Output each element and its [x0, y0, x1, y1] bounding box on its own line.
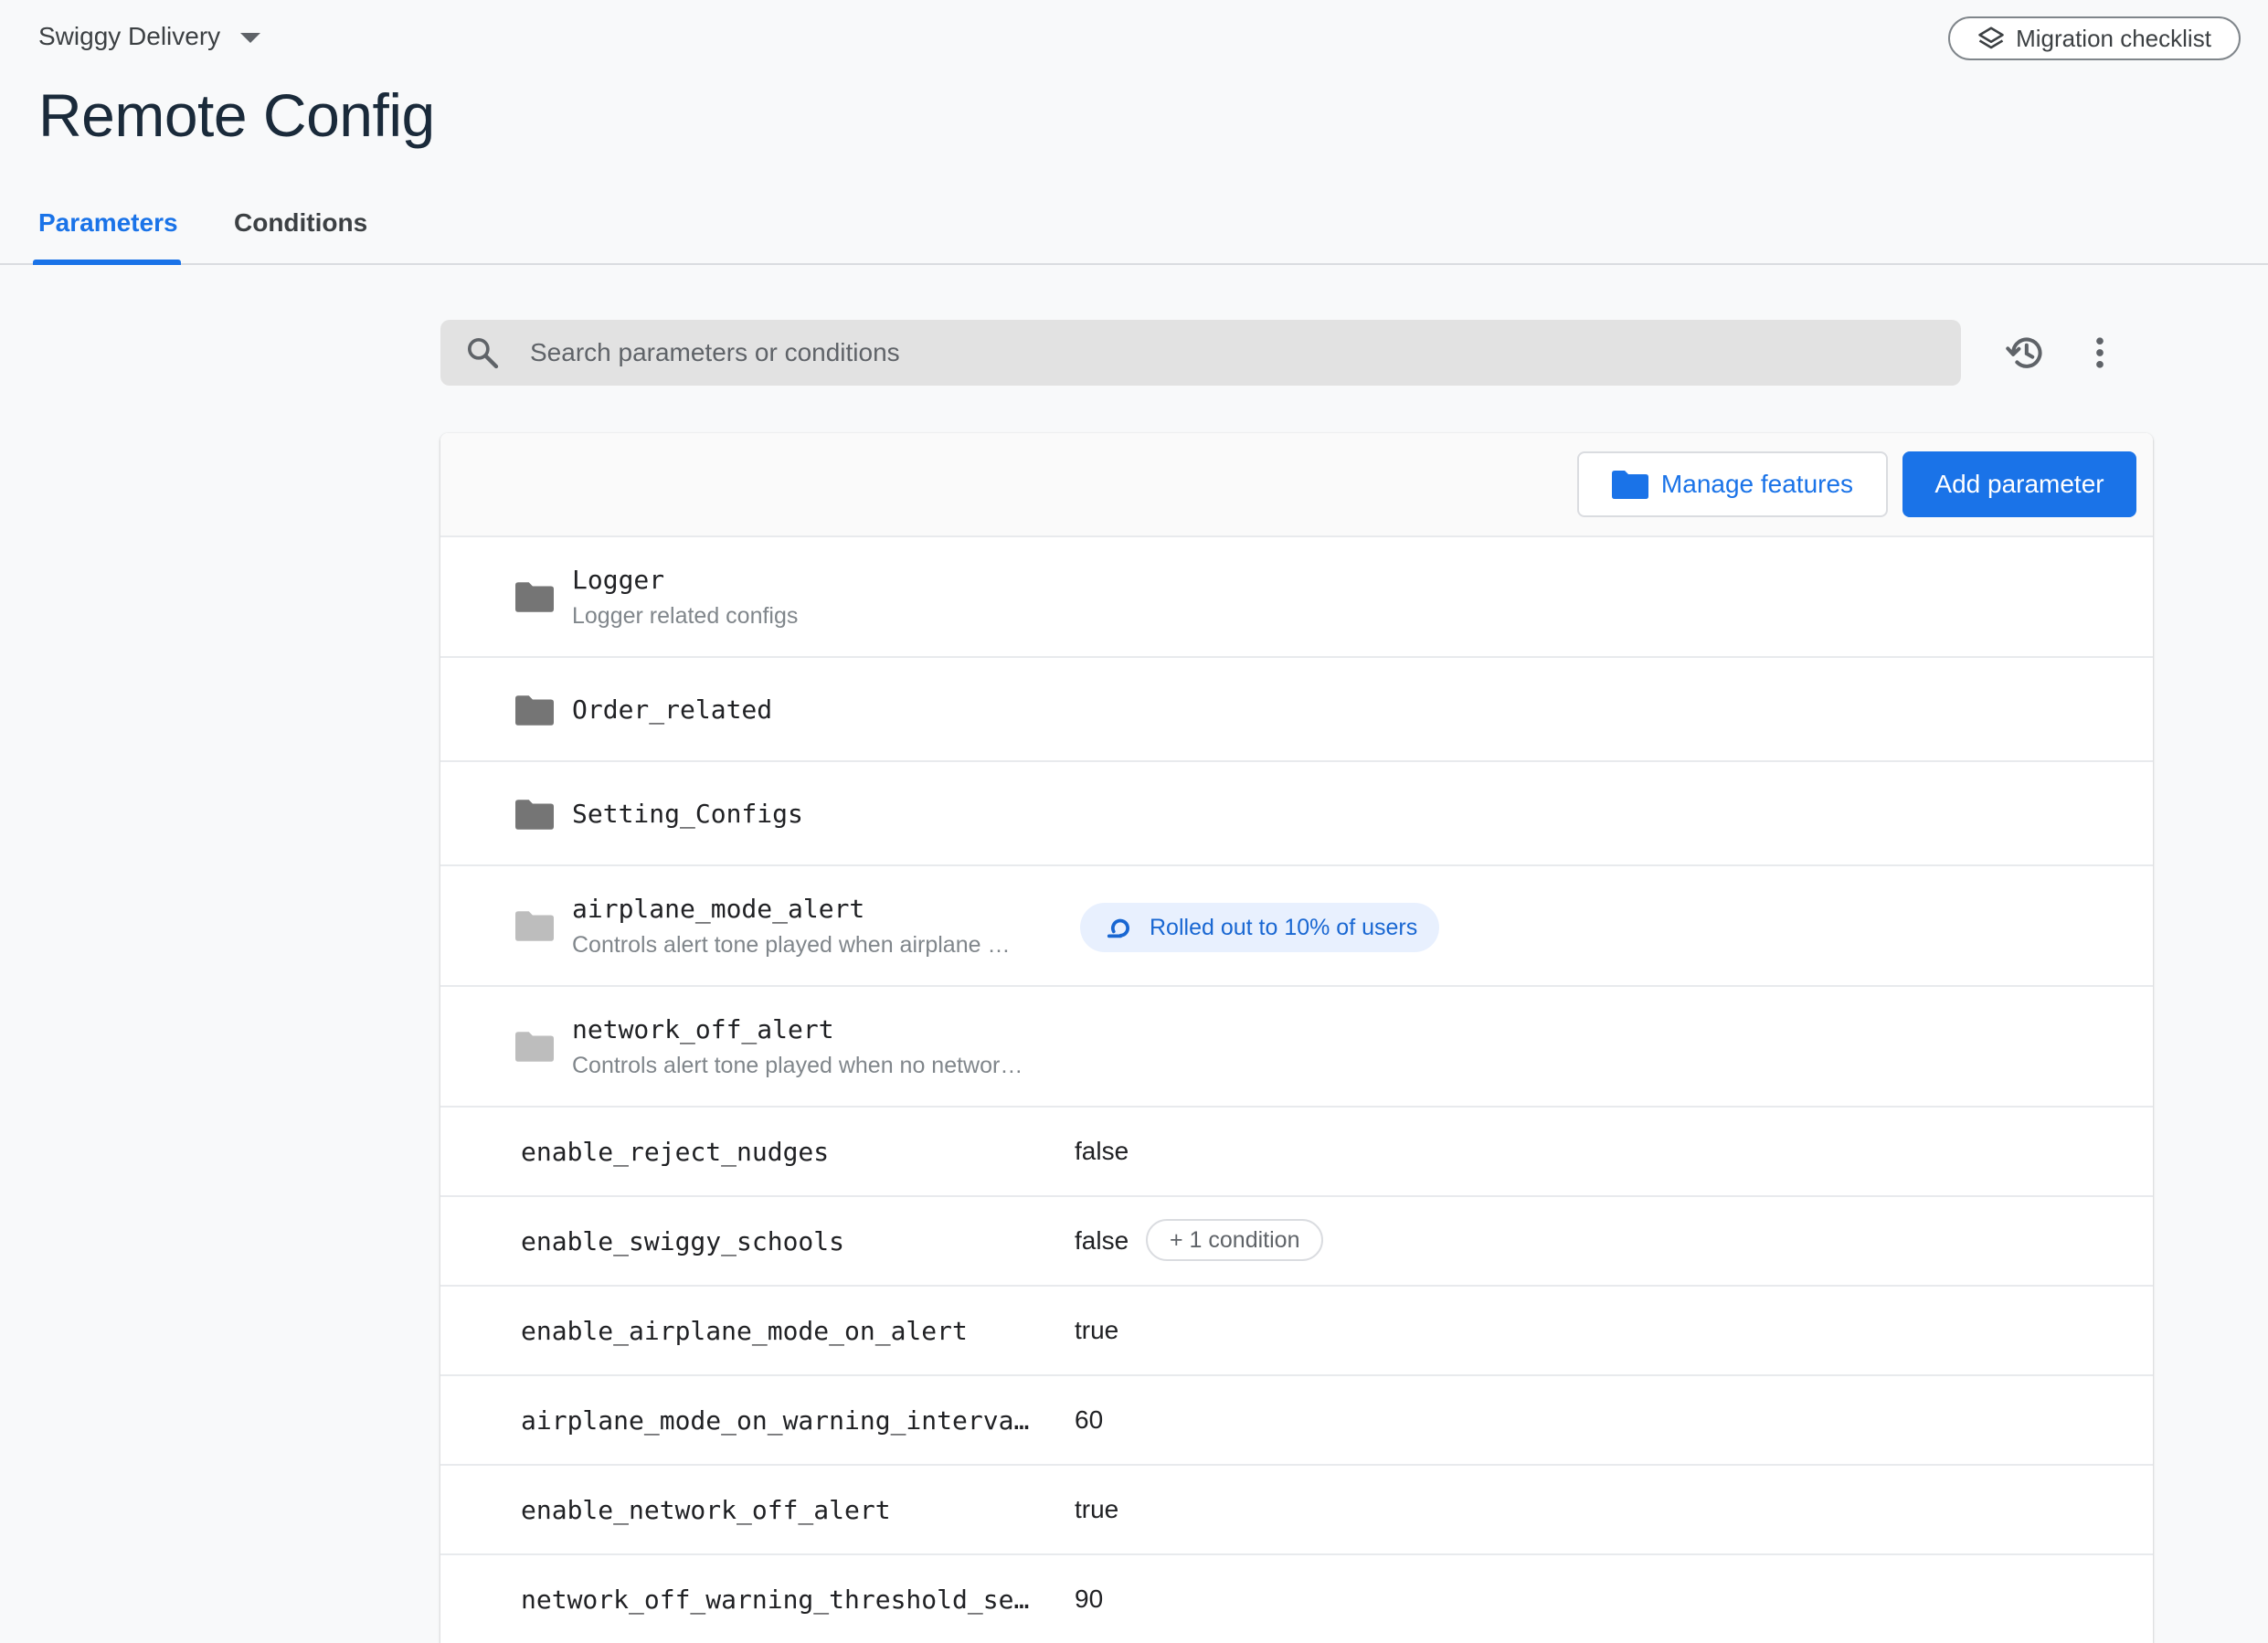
- group-row-logger[interactable]: Logger Logger related configs: [440, 535, 2153, 656]
- parameters-card: Manage features Add parameter Logger Log…: [440, 433, 2153, 1643]
- search-icon: [468, 338, 499, 369]
- page-title: Remote Config: [38, 81, 435, 149]
- folder-icon: [515, 911, 554, 941]
- migration-checklist-button[interactable]: Migration checklist: [1948, 16, 2241, 60]
- folder-icon: [515, 582, 554, 612]
- parameter-value: true: [1075, 1316, 1119, 1344]
- history-icon[interactable]: [2005, 333, 2045, 373]
- folder-icon: [515, 800, 554, 830]
- parameter-row[interactable]: enable_network_off_alert true: [440, 1464, 2153, 1553]
- active-tab-indicator: [33, 260, 181, 265]
- parameter-row[interactable]: enable_swiggy_schools false + 1 conditio…: [440, 1195, 2153, 1285]
- group-description: Controls alert tone played when no netwo…: [572, 1053, 1023, 1078]
- more-vert-icon[interactable]: [2080, 333, 2120, 373]
- group-row-airplane-mode-alert[interactable]: airplane_mode_alert Controls alert tone …: [440, 864, 2153, 985]
- group-name: network_off_alert: [572, 1014, 834, 1044]
- group-name: Logger: [572, 565, 665, 595]
- group-name: Setting_Configs: [572, 799, 803, 829]
- card-toolbar: Manage features Add parameter: [440, 433, 2153, 535]
- group-row-order-related[interactable]: Order_related: [440, 656, 2153, 760]
- search-input[interactable]: [530, 338, 1901, 367]
- parameter-value: false: [1075, 1226, 1129, 1255]
- search-bar[interactable]: [440, 320, 1961, 386]
- tab-bar: Parameters Conditions: [0, 183, 2268, 265]
- parameter-value: 90: [1075, 1585, 1104, 1613]
- project-selector[interactable]: Swiggy Delivery: [38, 22, 261, 51]
- group-row-network-off-alert[interactable]: network_off_alert Controls alert tone pl…: [440, 985, 2153, 1106]
- parameter-name: network_off_warning_threshold_se…: [521, 1585, 1030, 1615]
- manage-features-label: Manage features: [1660, 470, 1854, 498]
- parameter-name: enable_swiggy_schools: [521, 1226, 845, 1256]
- group-description: Controls alert tone played when airplane…: [572, 932, 1011, 958]
- parameter-value: 60: [1075, 1405, 1104, 1434]
- parameter-name: enable_reject_nudges: [521, 1137, 830, 1167]
- group-name: Order_related: [572, 694, 773, 725]
- tab-conditions[interactable]: Conditions: [234, 208, 367, 238]
- group-name: airplane_mode_alert: [572, 894, 865, 924]
- parameter-row[interactable]: enable_airplane_mode_on_alert true: [440, 1285, 2153, 1374]
- rollout-icon: [1107, 918, 1129, 938]
- parameter-row[interactable]: enable_reject_nudges false: [440, 1106, 2153, 1195]
- manage-features-button[interactable]: Manage features: [1577, 451, 1888, 517]
- condition-chip[interactable]: + 1 condition: [1146, 1219, 1324, 1261]
- folder-icon: [1611, 471, 1648, 499]
- parameter-value: false: [1075, 1137, 1129, 1165]
- parameter-row[interactable]: airplane_mode_on_warning_interva… 60: [440, 1374, 2153, 1464]
- migration-checklist-label: Migration checklist: [2016, 24, 2211, 52]
- layers-icon: [1978, 26, 2004, 49]
- parameter-value: true: [1075, 1495, 1119, 1523]
- parameter-row[interactable]: network_off_warning_threshold_se… 90: [440, 1553, 2153, 1643]
- folder-icon: [515, 1032, 554, 1062]
- project-name: Swiggy Delivery: [38, 22, 221, 50]
- parameter-name: enable_network_off_alert: [521, 1495, 891, 1525]
- rollout-badge[interactable]: Rolled out to 10% of users: [1080, 903, 1440, 952]
- tab-parameters[interactable]: Parameters: [38, 208, 178, 238]
- group-description: Logger related configs: [572, 603, 799, 629]
- group-row-setting-configs[interactable]: Setting_Configs: [440, 760, 2153, 864]
- caret-down-icon: [240, 32, 261, 43]
- rollout-badge-label: Rolled out to 10% of users: [1150, 914, 1418, 940]
- add-parameter-label: Add parameter: [1934, 470, 2104, 498]
- add-parameter-button[interactable]: Add parameter: [1902, 451, 2136, 517]
- folder-icon: [515, 695, 554, 726]
- parameter-name: enable_airplane_mode_on_alert: [521, 1316, 968, 1346]
- parameter-name: airplane_mode_on_warning_interva…: [521, 1405, 1030, 1436]
